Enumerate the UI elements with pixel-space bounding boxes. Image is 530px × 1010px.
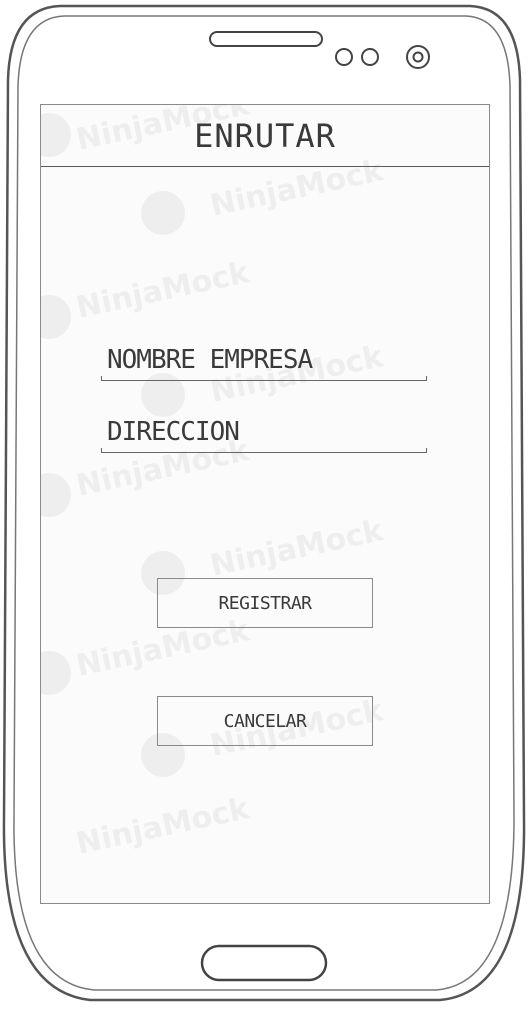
register-button[interactable]: REGISTRAR (157, 578, 373, 628)
screen-header: ENRUTAR (41, 105, 489, 167)
page-title: ENRUTAR (194, 117, 336, 155)
company-name-underline (101, 376, 427, 381)
address-label: DIRECCION (107, 417, 240, 447)
company-name-field[interactable]: NOMBRE EMPRESA (101, 341, 427, 381)
address-underline (101, 448, 427, 453)
app-screen: NinjaMock NinjaMock NinjaMock NinjaMock … (40, 104, 490, 904)
watermark-logo-icon (41, 651, 71, 695)
watermark: NinjaMock (207, 513, 387, 584)
watermark: NinjaMock (73, 255, 253, 326)
watermark: NinjaMock (73, 791, 253, 862)
watermark-logo-icon (141, 191, 185, 235)
company-name-label: NOMBRE EMPRESA (107, 345, 313, 375)
watermark-logo-icon (41, 473, 71, 517)
address-field[interactable]: DIRECCION (101, 413, 427, 453)
watermark-logo-icon (41, 295, 71, 339)
cancel-button[interactable]: CANCELAR (157, 696, 373, 746)
